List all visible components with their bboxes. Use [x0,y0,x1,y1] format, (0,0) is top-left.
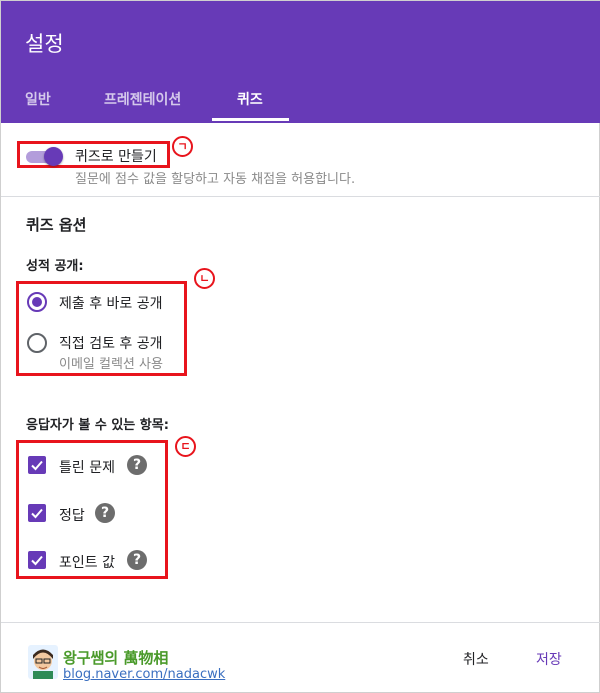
cancel-button[interactable]: 취소 [463,649,489,669]
radio-release-after-review-label: 직접 검토 후 공개 [59,336,163,352]
annotation-marker-c: ㄷ [175,436,196,457]
toggle-knob [44,147,63,166]
avatar [28,645,58,679]
settings-dialog: 설정 일반 프레젠테이션 퀴즈 ㄱ 퀴즈로 만들기 질문에 점수 값을 할당하고… [0,0,600,693]
check-icon [31,460,43,471]
help-icon[interactable]: ? [127,550,147,570]
check-icon [31,555,43,566]
help-icon[interactable]: ? [127,455,147,475]
section-divider [1,196,600,197]
dialog-title: 설정 [25,32,64,56]
quiz-options-heading: 퀴즈 옵션 [26,216,87,234]
radio-release-after-review[interactable] [27,333,47,353]
checkbox-missed-questions[interactable] [28,456,46,474]
watermark-title: 왕구쌤의 萬物相 [63,649,169,667]
tab-quiz[interactable]: 퀴즈 [237,89,263,109]
checkbox-correct-answers[interactable] [28,504,46,522]
checkbox-point-values-label: 포인트 값 [59,555,115,571]
checkbox-correct-answers-label: 정답 [59,508,85,524]
tab-bar: 일반 프레젠테이션 퀴즈 [1,81,600,123]
dialog-header: 설정 일반 프레젠테이션 퀴즈 [1,1,600,123]
quiz-mode-description: 질문에 점수 값을 할당하고 자동 채점을 허용합니다. [75,172,356,187]
radio-release-immediately-label: 제출 후 바로 공개 [59,296,163,312]
checkbox-missed-questions-label: 틀린 문제 [59,460,115,476]
quiz-mode-label: 퀴즈로 만들기 [75,149,157,165]
active-tab-indicator [212,118,289,121]
footer-divider [1,622,600,623]
watermark-url: blog.naver.com/nadacwk [63,667,226,682]
tab-presentation[interactable]: 프레젠테이션 [104,89,181,109]
save-button[interactable]: 저장 [536,649,562,669]
annotation-marker-a: ㄱ [172,136,193,157]
radio-release-immediately[interactable] [27,292,47,312]
check-icon [31,508,43,519]
tab-general[interactable]: 일반 [25,89,51,109]
quiz-mode-toggle[interactable] [26,147,66,166]
respondent-can-see-label: 응답자가 볼 수 있는 항목: [26,418,169,433]
help-icon[interactable]: ? [95,503,115,523]
radio-release-after-review-sublabel: 이메일 컬렉션 사용 [59,357,163,372]
annotation-marker-b: ㄴ [194,268,215,289]
checkbox-point-values[interactable] [28,551,46,569]
release-grade-label: 성적 공개: [26,259,84,274]
